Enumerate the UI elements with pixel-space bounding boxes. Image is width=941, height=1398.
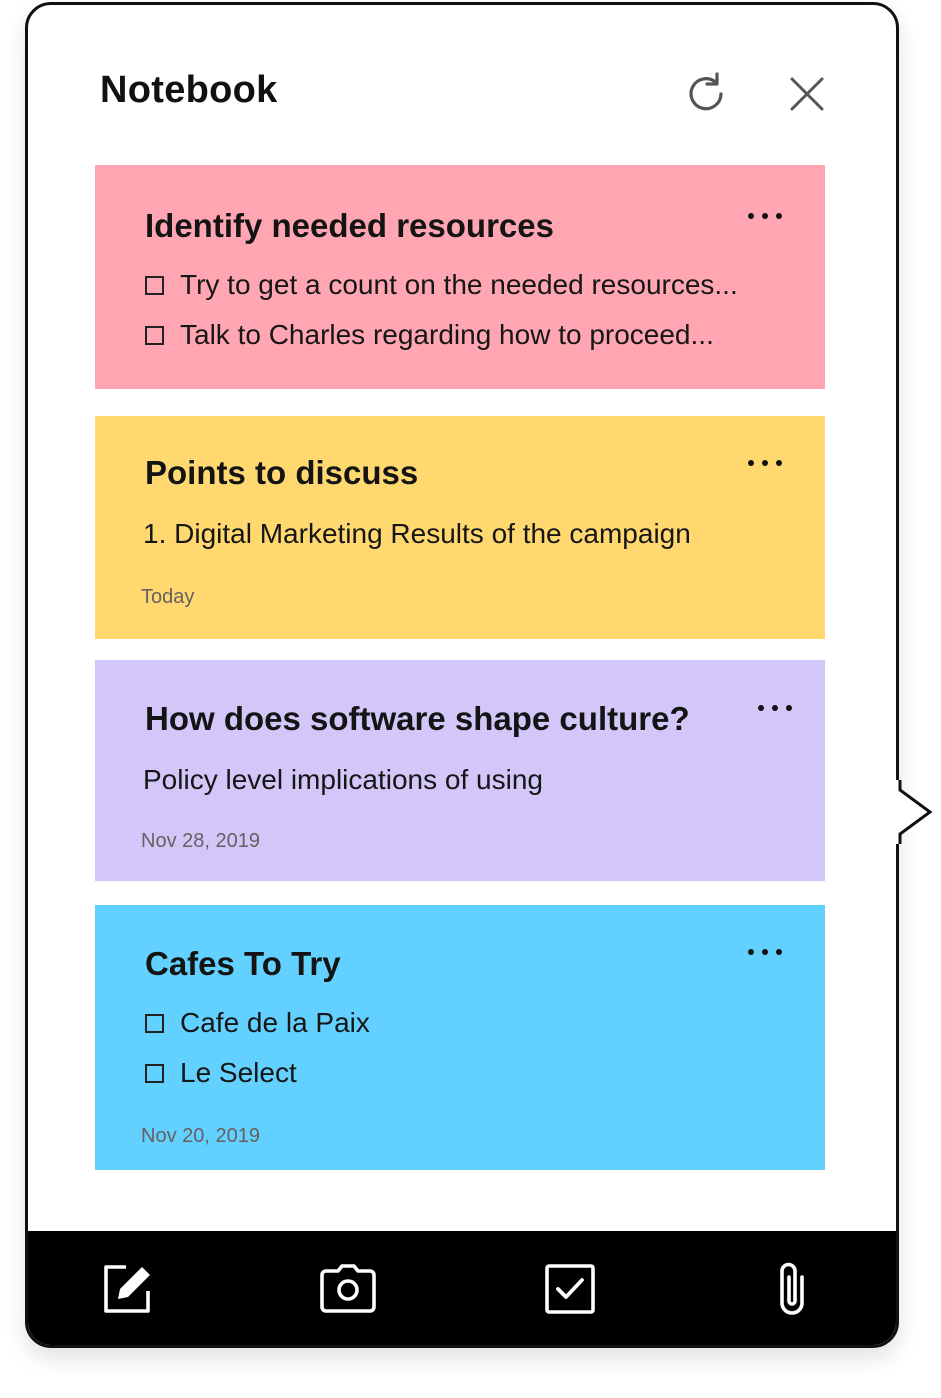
more-dot (762, 213, 768, 219)
checkbox[interactable] (145, 1063, 164, 1083)
edit-note-icon (104, 1265, 150, 1313)
camera-button[interactable] (318, 1259, 378, 1319)
new-note-button[interactable] (96, 1259, 156, 1319)
checkbox[interactable] (145, 275, 164, 295)
checklist-item-label: Talk to Charles regarding how to proceed… (180, 319, 714, 350)
note-date: Today (141, 586, 195, 608)
more-dot (762, 949, 768, 955)
more-dot (776, 949, 782, 955)
checklist-item-label: Try to get a count on the needed resourc… (180, 269, 738, 300)
more-dot (748, 213, 754, 219)
note-title: Identify needed resources (145, 207, 554, 244)
more-options-button[interactable] (737, 937, 793, 967)
refresh-button[interactable] (680, 67, 734, 121)
more-dot (776, 213, 782, 219)
close-button[interactable] (780, 67, 834, 121)
camera-icon (320, 1264, 376, 1313)
checkbox[interactable] (145, 1013, 164, 1033)
more-options-button[interactable] (737, 448, 793, 478)
note-card[interactable]: Points to discuss 1. Digital Marketing R… (95, 416, 825, 639)
more-options-button[interactable] (737, 201, 793, 231)
checkbox[interactable] (145, 325, 164, 345)
more-dot (772, 705, 778, 711)
bottom-toolbar (28, 1231, 896, 1345)
note-body: Policy level implications of using (143, 764, 543, 795)
more-dot (786, 705, 792, 711)
checklist-item: Le Select (145, 1057, 297, 1089)
note-body: 1. Digital Marketing Results of the camp… (143, 518, 691, 549)
more-dot (758, 705, 764, 711)
more-options-button[interactable] (747, 693, 803, 723)
more-dot (762, 460, 768, 466)
note-card[interactable]: How does software shape culture? Policy … (95, 660, 825, 881)
checklist-item: Cafe de la Paix (145, 1007, 370, 1039)
checklist-icon (545, 1264, 595, 1314)
more-dot (776, 460, 782, 466)
note-card[interactable]: Cafes To Try Cafe de la Paix Le Select N… (95, 905, 825, 1170)
refresh-icon (689, 72, 723, 111)
notebook-panel: Notebook Identify needed resources Try t… (25, 2, 899, 1348)
more-dot (748, 949, 754, 955)
panel-pointer (896, 780, 933, 844)
note-title: Cafes To Try (145, 945, 341, 982)
note-card[interactable]: Identify needed resources Try to get a c… (95, 165, 825, 389)
checklist-button[interactable] (540, 1259, 600, 1319)
note-title: Points to discuss (145, 454, 419, 491)
note-date: Nov 20, 2019 (141, 1125, 260, 1147)
note-title: How does software shape culture? (145, 700, 690, 737)
note-date: Nov 28, 2019 (141, 830, 260, 852)
checklist-item-label: Cafe de la Paix (180, 1007, 370, 1038)
attachment-icon (780, 1262, 804, 1315)
more-dot (748, 460, 754, 466)
attachment-button[interactable] (762, 1259, 822, 1319)
checklist-item: Talk to Charles regarding how to proceed… (145, 319, 714, 351)
checklist-item: Try to get a count on the needed resourc… (145, 269, 738, 301)
checklist-item-label: Le Select (180, 1057, 297, 1088)
page-title: Notebook (100, 69, 278, 111)
close-icon (790, 77, 824, 111)
